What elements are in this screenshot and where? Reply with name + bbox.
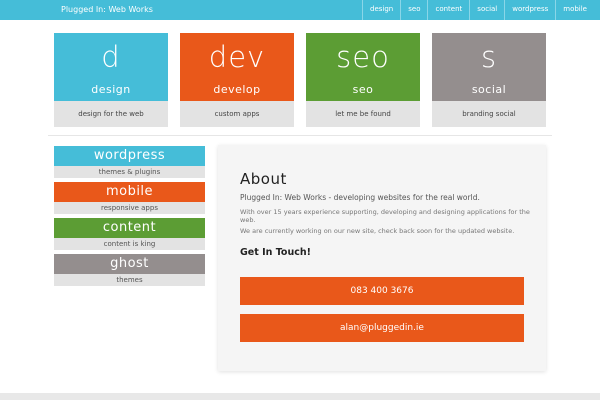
about-tagline: Plugged In: Web Works - developing websi… [240, 193, 480, 202]
tile-letter: dev [208, 40, 266, 74]
contact-heading: Get In Touch! [240, 247, 311, 258]
section-divider [48, 135, 552, 136]
about-panel: About Plugged In: Web Works - developing… [218, 145, 546, 371]
tile-letter: d [101, 40, 121, 74]
top-nav-bar: Plugged In: Web Works design seo content… [0, 0, 600, 20]
sidebar-item-subtitle: themes [54, 274, 205, 286]
tile-social[interactable]: s social branding social [432, 33, 546, 127]
nav-link-wordpress[interactable]: wordpress [504, 0, 555, 20]
about-title: About [240, 170, 287, 188]
sidebar-item-content[interactable]: content content is king [54, 218, 205, 250]
sidebar-item-title[interactable]: content [54, 218, 205, 238]
tile-face[interactable]: seo seo [306, 33, 420, 101]
sidebar-item-title[interactable]: ghost [54, 254, 205, 274]
sidebar-item-subtitle: content is king [54, 238, 205, 250]
nav-link-design[interactable]: design [362, 0, 400, 20]
sidebar-item-subtitle: responsive apps [54, 202, 205, 214]
tile-face[interactable]: dev develop [180, 33, 294, 101]
nav-link-social[interactable]: social [469, 0, 504, 20]
site-brand[interactable]: Plugged In: Web Works [61, 0, 153, 19]
about-paragraph: We are currently working on our new site… [240, 227, 515, 235]
tile-letter: seo [336, 40, 390, 74]
tile-title: design [91, 83, 131, 96]
tile-caption: branding social [432, 101, 546, 127]
tile-title: social [471, 83, 507, 96]
tile-face[interactable]: d design [54, 33, 168, 101]
tile-caption: custom apps [180, 101, 294, 127]
nav-link-mobile[interactable]: mobile [555, 0, 594, 20]
top-nav-links: design seo content social wordpress mobi… [362, 0, 594, 20]
tile-caption: design for the web [54, 101, 168, 127]
sidebar-item-wordpress[interactable]: wordpress themes & plugins [54, 146, 205, 178]
footer-bar [0, 393, 600, 400]
sidebar-item-ghost[interactable]: ghost themes [54, 254, 205, 286]
tile-letter: s [480, 40, 498, 74]
phone-button[interactable]: 083 400 3676 [240, 277, 524, 305]
tile-face[interactable]: s social [432, 33, 546, 101]
nav-link-seo[interactable]: seo [400, 0, 427, 20]
tile-title: seo [352, 83, 374, 96]
sidebar-item-title[interactable]: wordpress [54, 146, 205, 166]
email-button[interactable]: alan@pluggedin.ie [240, 314, 524, 342]
sidebar-item-subtitle: themes & plugins [54, 166, 205, 178]
tile-develop[interactable]: dev develop custom apps [180, 33, 294, 127]
nav-link-content[interactable]: content [427, 0, 469, 20]
tile-seo[interactable]: seo seo let me be found [306, 33, 420, 127]
tile-title: develop [213, 83, 261, 96]
tile-design[interactable]: d design design for the web [54, 33, 168, 127]
sidebar-item-title[interactable]: mobile [54, 182, 205, 202]
about-paragraph: With over 15 years experience supporting… [240, 208, 530, 224]
tile-caption: let me be found [306, 101, 420, 127]
sidebar-item-mobile[interactable]: mobile responsive apps [54, 182, 205, 214]
